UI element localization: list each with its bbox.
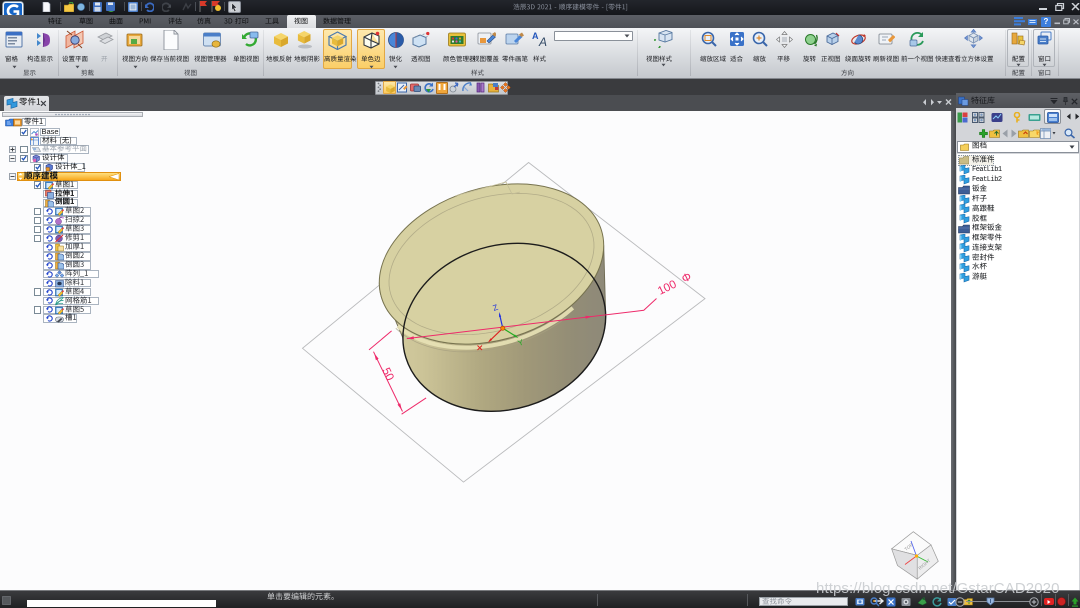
svg-text:A: A <box>538 35 547 49</box>
svg-text:100: 100 <box>656 278 679 297</box>
svg-text:A: A <box>532 31 539 41</box>
svg-text:Φ: Φ <box>680 271 694 286</box>
